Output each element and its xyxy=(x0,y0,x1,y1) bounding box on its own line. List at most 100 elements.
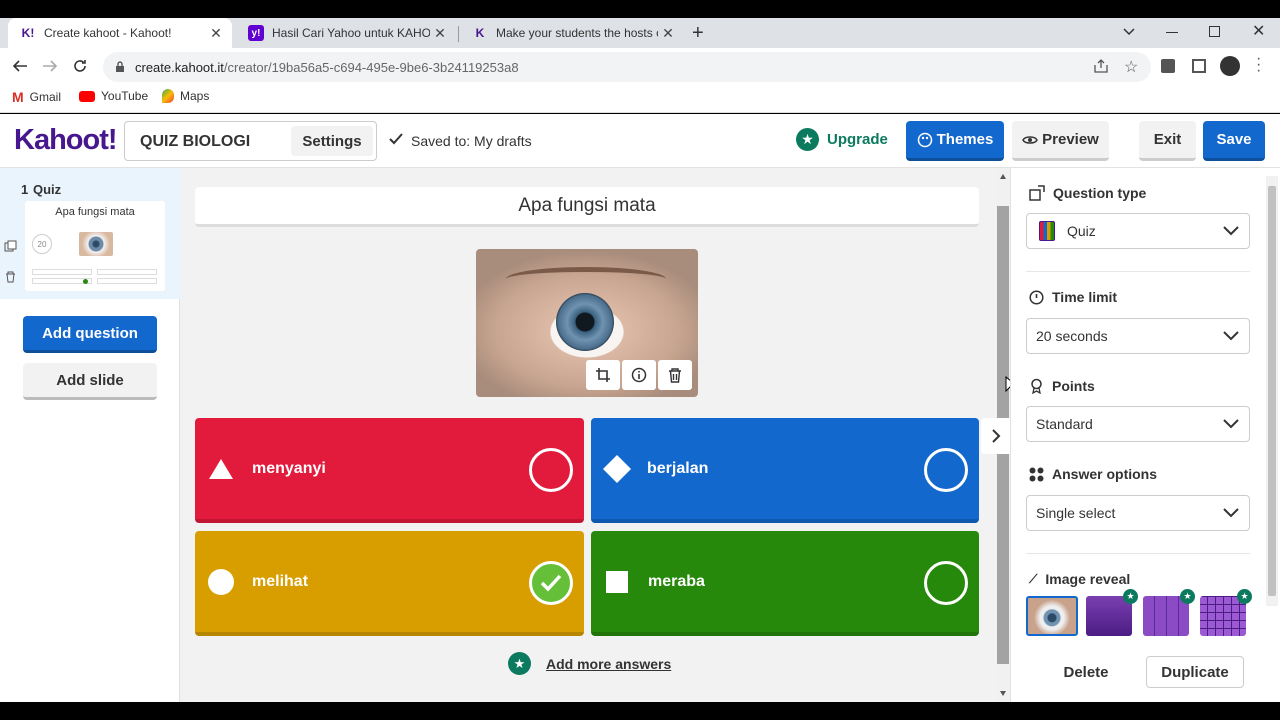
answer-text[interactable]: melihat xyxy=(252,573,308,591)
bookmark-youtube[interactable]: YouTube xyxy=(79,89,148,103)
select-value: Quiz xyxy=(1067,223,1096,239)
triangle-icon xyxy=(209,458,233,479)
browser-tab-kahoot-blog[interactable]: K Make your students the hosts of ✕ xyxy=(460,18,684,48)
question-list-sidebar: 1 Quiz Apa fungsi mata 20 Add question A… xyxy=(0,168,180,702)
star-icon: ★ xyxy=(508,652,531,675)
side-panel-icon[interactable] xyxy=(1192,59,1206,73)
mark-correct-toggle[interactable] xyxy=(529,448,573,492)
image-reveal-blocks-option[interactable]: ★ xyxy=(1143,589,1195,636)
scrollbar-thumb[interactable] xyxy=(1268,186,1276,596)
question-text-input[interactable]: Apa fungsi mata xyxy=(195,187,979,227)
tab-title: Make your students the hosts of xyxy=(496,26,658,40)
browser-tab-yahoo[interactable]: y! Hasil Cari Yahoo untuk KAHOOT ✕ xyxy=(236,18,456,48)
duplicate-question-button[interactable]: Duplicate xyxy=(1146,656,1244,688)
answer-option-1[interactable]: menyanyi xyxy=(195,418,584,523)
image-reveal-blur-option[interactable]: ★ xyxy=(1086,589,1138,636)
diamond-icon xyxy=(603,454,631,483)
url-bar[interactable]: create.kahoot.it /creator/19ba56a5-c694-… xyxy=(103,52,1151,82)
eye-icon xyxy=(1022,134,1038,146)
palette-icon xyxy=(917,132,933,148)
yahoo-favicon: y! xyxy=(248,25,264,41)
scroll-up-arrow[interactable] xyxy=(1000,174,1006,179)
chevron-down-icon xyxy=(1223,331,1239,341)
browser-tab-kahoot[interactable]: K! Create kahoot - Kahoot! ✕ xyxy=(8,18,232,48)
image-reveal-none-option[interactable] xyxy=(1026,596,1078,636)
points-heading: Points xyxy=(1029,378,1095,394)
answer-text[interactable]: berjalan xyxy=(647,460,708,478)
answer-option-4[interactable]: meraba xyxy=(591,531,979,636)
forward-icon[interactable] xyxy=(42,58,58,74)
close-window-icon[interactable]: ✕ xyxy=(1252,21,1265,41)
label-text: Points xyxy=(1052,378,1095,394)
shapes-icon xyxy=(1029,185,1045,201)
add-question-button[interactable]: Add question xyxy=(23,316,157,353)
kahoot-title-box[interactable]: QUIZ BIOLOGI Settings xyxy=(124,121,377,161)
question-thumbnail[interactable]: Apa fungsi mata 20 xyxy=(25,201,165,291)
upgrade-button[interactable]: ★ Upgrade xyxy=(796,128,888,151)
kahoot-title[interactable]: QUIZ BIOLOGI xyxy=(140,133,250,151)
points-select[interactable]: Standard xyxy=(1026,406,1250,442)
expand-panel-button[interactable] xyxy=(981,418,1010,454)
close-tab-icon[interactable]: ✕ xyxy=(206,25,226,42)
question-image[interactable] xyxy=(476,249,698,397)
delete-question-button[interactable]: Delete xyxy=(1049,656,1123,688)
panel-scrollbar[interactable] xyxy=(1266,176,1278,606)
image-reveal-grid-option[interactable]: ★ xyxy=(1200,589,1252,636)
close-tab-icon[interactable]: ✕ xyxy=(658,25,678,42)
bookmark-star-icon[interactable]: ☆ xyxy=(1124,57,1138,77)
answer-text[interactable]: meraba xyxy=(648,573,705,591)
crop-image-button[interactable] xyxy=(586,360,620,390)
tab-separator xyxy=(458,26,459,42)
eye-thumbnail-image xyxy=(79,232,113,256)
back-icon[interactable] xyxy=(12,58,28,74)
share-icon[interactable] xyxy=(1094,59,1110,73)
browser-tab-bar: K! Create kahoot - Kahoot! ✕ y! Hasil Ca… xyxy=(0,18,1280,48)
image-info-button[interactable] xyxy=(622,360,656,390)
reload-icon[interactable] xyxy=(72,58,88,74)
answer-option-2[interactable]: berjalan xyxy=(591,418,979,523)
answer-text[interactable]: menyanyi xyxy=(252,460,326,478)
select-value: Single select xyxy=(1036,505,1116,521)
mark-correct-toggle[interactable] xyxy=(924,448,968,492)
new-tab-icon[interactable]: + xyxy=(692,22,704,45)
grid-dots-icon xyxy=(1029,467,1044,481)
settings-button[interactable]: Settings xyxy=(291,126,373,156)
restore-icon[interactable] xyxy=(1209,26,1220,37)
bookmark-gmail[interactable]: M Gmail xyxy=(12,89,61,105)
question-slot-selected[interactable]: 1 Quiz Apa fungsi mata 20 xyxy=(0,168,180,299)
kahoot-logo[interactable]: Kahoot! xyxy=(14,124,118,157)
save-button[interactable]: Save xyxy=(1203,121,1265,161)
preview-button[interactable]: Preview xyxy=(1012,121,1109,161)
bookmark-label: Gmail xyxy=(29,90,62,104)
mark-correct-toggle[interactable] xyxy=(924,561,968,605)
time-limit-select[interactable]: 20 seconds xyxy=(1026,318,1250,354)
question-preview-text: Apa fungsi mata xyxy=(55,206,135,218)
close-tab-icon[interactable]: ✕ xyxy=(430,25,450,42)
scroll-down-arrow[interactable] xyxy=(1000,691,1006,696)
answer-options-select[interactable]: Single select xyxy=(1026,495,1250,531)
gmail-icon: M xyxy=(12,89,24,105)
chevron-down-icon xyxy=(1223,508,1239,518)
chevron-down-icon xyxy=(1223,226,1239,236)
question-type-select[interactable]: Quiz xyxy=(1026,213,1250,249)
delete-image-button[interactable] xyxy=(658,360,692,390)
duplicate-icon[interactable] xyxy=(4,240,17,252)
add-more-answers-link[interactable]: ★ Add more answers xyxy=(508,652,671,675)
maps-icon xyxy=(162,89,174,103)
correct-answer-toggle[interactable] xyxy=(529,561,573,605)
add-slide-button[interactable]: Add slide xyxy=(23,363,157,400)
minimize-icon[interactable] xyxy=(1166,32,1178,33)
time-limit-heading: Time limit xyxy=(1029,289,1117,305)
trash-icon[interactable] xyxy=(5,271,16,283)
tab-search-icon[interactable] xyxy=(1122,24,1136,38)
bookmark-maps[interactable]: Maps xyxy=(162,89,209,103)
answer-option-3[interactable]: melihat xyxy=(195,531,584,636)
themes-button[interactable]: Themes xyxy=(906,121,1004,161)
extensions-icon[interactable] xyxy=(1161,59,1175,73)
exit-button[interactable]: Exit xyxy=(1139,121,1196,161)
question-type-label: Quiz xyxy=(33,182,62,197)
menu-dots-icon[interactable]: · · · xyxy=(1256,51,1261,79)
answer-bar xyxy=(32,269,92,275)
eyebrow xyxy=(506,267,666,291)
profile-avatar[interactable] xyxy=(1220,56,1240,76)
